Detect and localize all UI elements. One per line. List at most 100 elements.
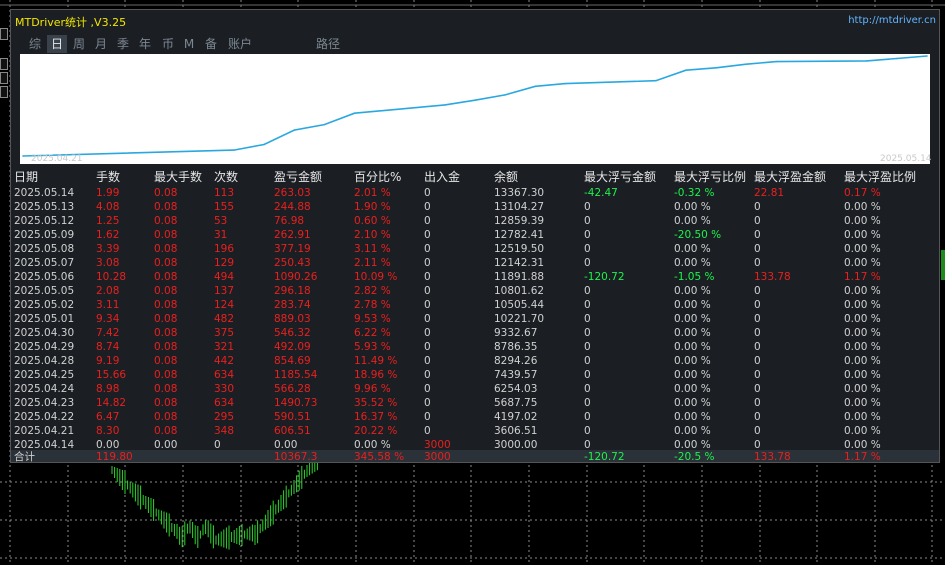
table-cell: 0.00 % (674, 257, 711, 269)
toolbar-square[interactable] (0, 72, 8, 84)
total-cell: -120.72 (584, 451, 625, 463)
equity-point (896, 57, 898, 60)
table-cell: 0 (584, 229, 591, 241)
column-header[interactable]: 最大浮亏比例 (674, 170, 746, 184)
website-link[interactable]: http://mtdriver.cn (848, 15, 936, 26)
column-header[interactable]: 盈亏金额 (274, 170, 322, 184)
table-cell: 8.98 (96, 383, 120, 395)
tab-5[interactable]: 年 (135, 35, 155, 53)
table-cell: 0.17 % (844, 187, 881, 199)
left-toolbar (0, 10, 10, 100)
equity-point (685, 69, 687, 72)
table-cell: 7.42 (96, 327, 120, 339)
table-cell: 0.00 % (674, 397, 711, 409)
table-cell: 0.00 % (844, 299, 881, 311)
table-cell: 0.00 % (674, 285, 711, 297)
equity-point (865, 60, 868, 62)
table-cell: 889.03 (274, 313, 311, 325)
table-cell: 0 (424, 383, 431, 395)
table-cell: 2.78 % (354, 299, 391, 311)
tab-6[interactable]: 币 (158, 35, 178, 53)
table-cell: 0.00 % (674, 411, 711, 423)
column-header[interactable]: 最大手数 (154, 170, 202, 184)
table-header: 日期 手数 最大手数 次数 盈亏金额 百分比% 出入金 余额 最大浮亏金额 最大浮亏比例 最大浮盈金… (14, 170, 938, 184)
table-cell: 5687.75 (494, 397, 538, 409)
table-cell: 22.81 (754, 187, 785, 199)
table-cell: 1.62 (96, 229, 120, 241)
tab-2[interactable]: 周 (69, 35, 89, 53)
table-cell: 12859.39 (494, 215, 545, 227)
table-cell: 155 (214, 201, 235, 213)
table-cell: 6.47 (96, 411, 120, 423)
table-cell: 16.37 % (354, 411, 398, 423)
table-cell: 2025.04.30 (14, 327, 75, 339)
table-cell: 0 (424, 355, 431, 367)
table-cell: 0 (424, 341, 431, 353)
table-cell: 10505.44 (494, 299, 545, 311)
table-cell: 0 (424, 257, 431, 269)
tab-0[interactable]: 综 (25, 35, 45, 53)
tab-9[interactable]: 账户 (225, 35, 255, 53)
toolbar-square[interactable] (0, 86, 8, 98)
table-cell: 0.00 % (844, 243, 881, 255)
table-cell: 0.00 % (844, 341, 881, 353)
table-cell: 283.74 (274, 299, 311, 311)
table-row: 2025.05.08 3.39 0.08 196 377.19 3.11 % 0 12519.… (14, 242, 938, 256)
equity-point (263, 143, 265, 146)
table-cell: 0 (584, 397, 591, 409)
tab-7[interactable]: M (181, 35, 197, 53)
table-cell: 0.08 (154, 285, 178, 297)
right-indicator (941, 250, 945, 280)
table-row: 2025.05.02 3.11 0.08 124 283.74 2.78 % 0 10505.… (14, 298, 938, 312)
table-cell: 2025.05.13 (14, 201, 75, 213)
total-row: 合计 119.80 10367.3 345.58 % 3000 -120.72 -20.5 … (11, 450, 939, 463)
table-cell: 8.74 (96, 341, 120, 353)
column-header[interactable]: 出入金 (424, 170, 460, 184)
column-header[interactable]: 手数 (96, 170, 120, 184)
column-header[interactable]: 最大浮亏金额 (584, 170, 656, 184)
table-cell: 0.60 % (354, 215, 391, 227)
table-cell: 20.22 % (354, 425, 398, 437)
table-cell: 0 (754, 229, 761, 241)
table-cell: 0.08 (154, 411, 178, 423)
column-header[interactable]: 日期 (14, 170, 38, 184)
table-cell: 0.00 % (674, 383, 711, 395)
column-header[interactable]: 百分比% (354, 170, 401, 184)
equity-point (233, 149, 235, 151)
table-cell: 566.28 (274, 383, 311, 395)
table-cell: 0 (584, 299, 591, 311)
toolbar-square[interactable] (0, 58, 8, 70)
equity-point (775, 60, 778, 63)
table-cell: 0 (754, 383, 761, 395)
table-cell: 0.00 % (844, 215, 881, 227)
table-cell: 546.32 (274, 327, 311, 339)
table-cell: 0 (424, 425, 431, 437)
equity-point (353, 112, 356, 114)
table-cell: 0 (754, 341, 761, 353)
table-cell: 0.00 % (844, 285, 881, 297)
table-cell: 1.17 % (844, 271, 881, 283)
table-cell: 0.00 % (844, 313, 881, 325)
column-header[interactable]: 最大浮盈金额 (754, 170, 826, 184)
equity-point (715, 67, 717, 69)
tab-4[interactable]: 季 (113, 35, 133, 53)
column-header[interactable]: 次数 (214, 170, 238, 184)
tab-10[interactable]: 路径 (311, 35, 345, 53)
column-header[interactable]: 最大浮盈比例 (844, 170, 916, 184)
toolbar-square[interactable] (0, 28, 8, 40)
table-cell: 0 (754, 425, 761, 437)
total-cell: 133.78 (754, 451, 791, 463)
tab-1[interactable]: 日 (47, 35, 67, 53)
table-cell: 0.00 % (674, 327, 711, 339)
column-header[interactable]: 余额 (494, 170, 518, 184)
table-cell: 0.08 (154, 383, 178, 395)
tab-3[interactable]: 月 (91, 35, 111, 53)
table-cell: 244.88 (274, 201, 311, 213)
table-row: 2025.04.22 6.47 0.08 295 590.51 16.37 % 0 4197.… (14, 410, 938, 424)
tab-8[interactable]: 备 (201, 35, 221, 53)
table-cell: 6254.03 (494, 383, 538, 395)
equity-point (444, 104, 446, 106)
table-cell: 0.08 (154, 271, 178, 283)
table-cell: 8786.35 (494, 341, 538, 353)
table-cell: 634 (214, 397, 235, 409)
